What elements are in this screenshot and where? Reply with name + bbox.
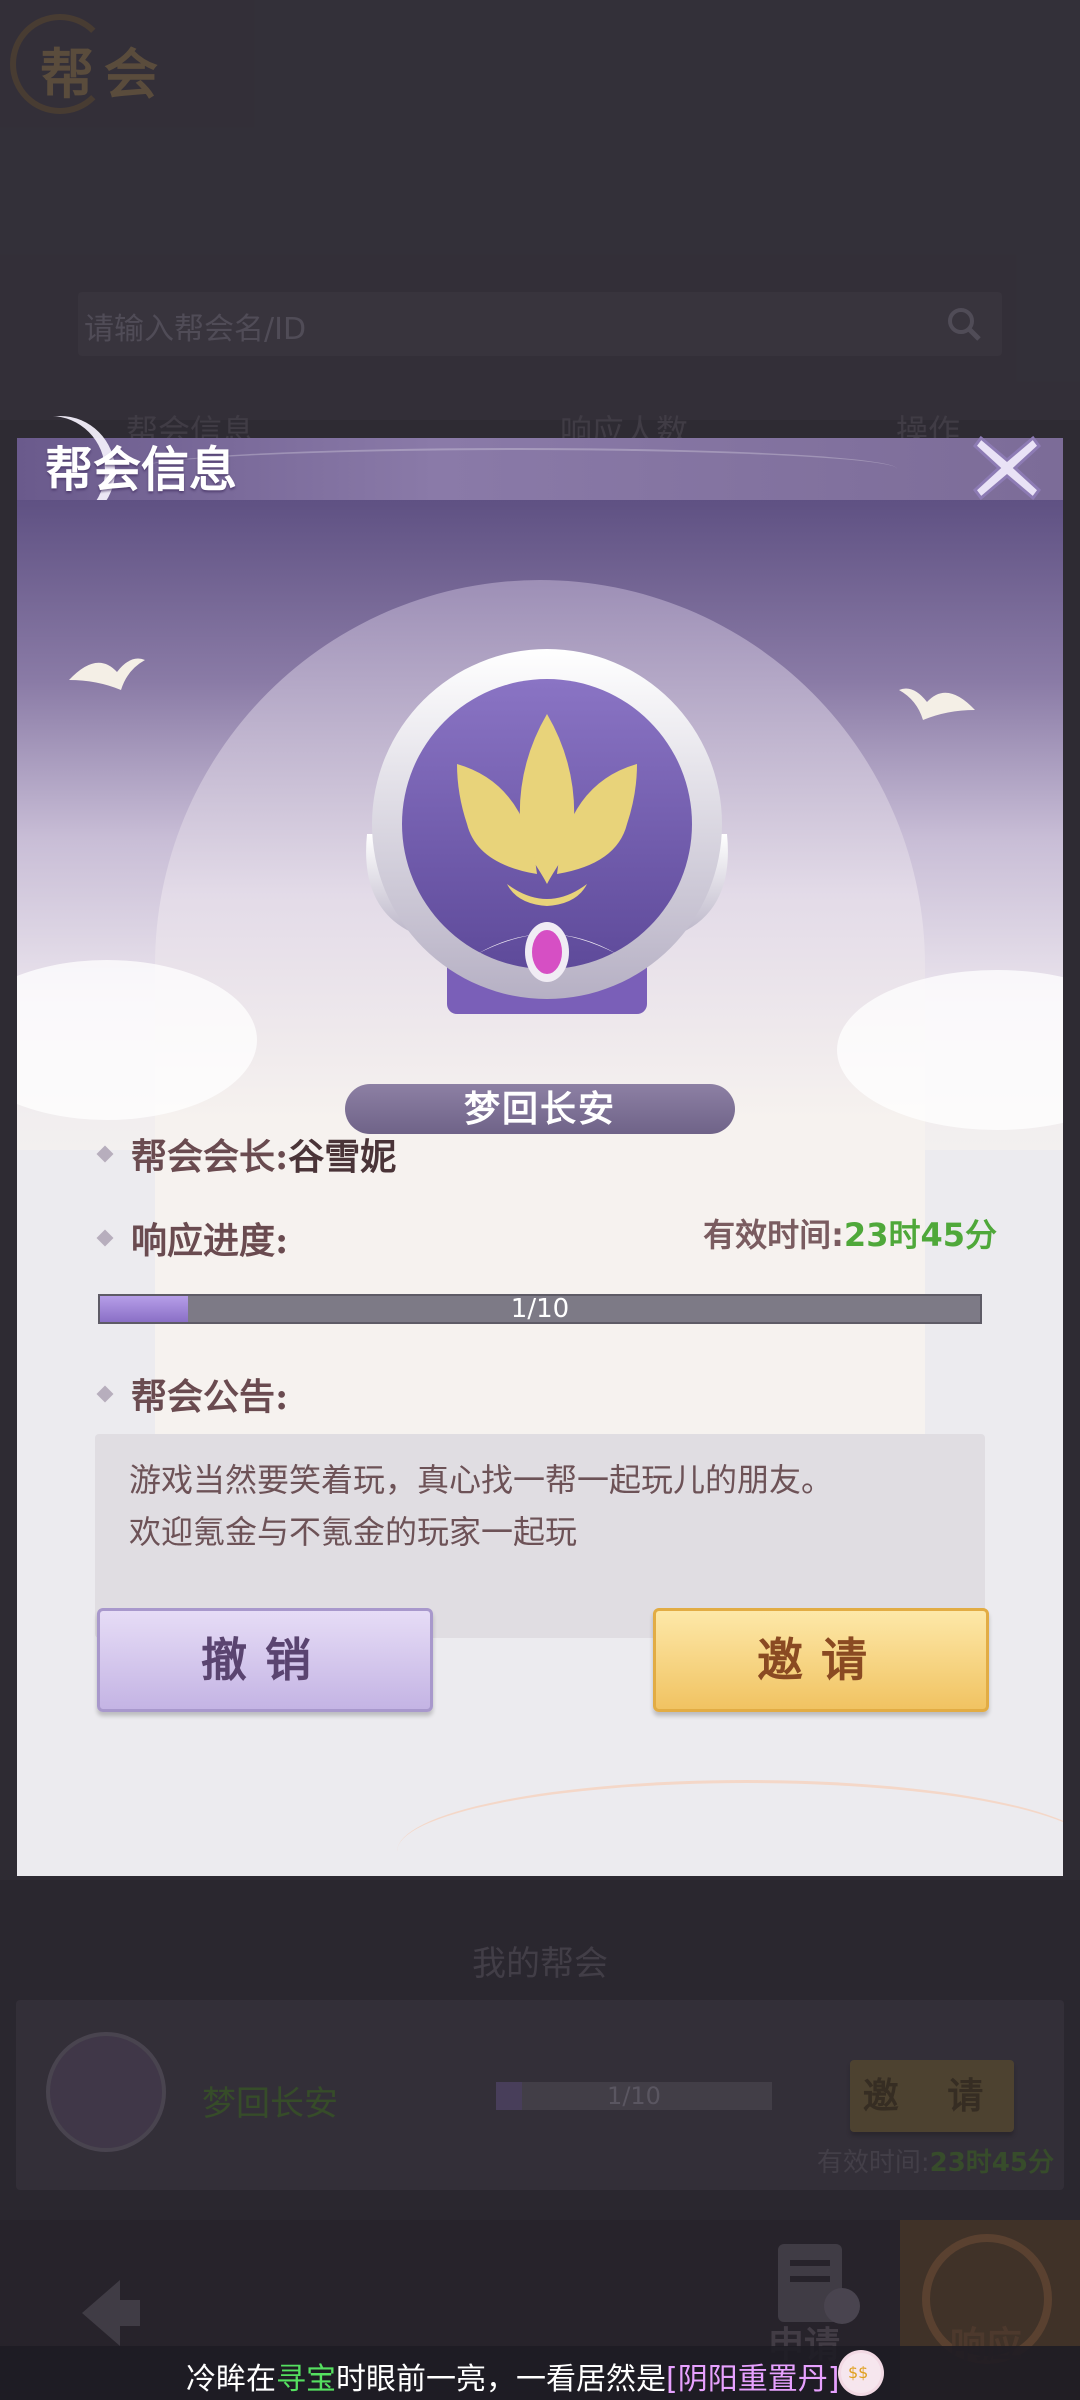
svg-text:$$: $$ [848,2363,868,2382]
guild-leader: 帮会会长:谷雪妮 [131,1136,397,1178]
close-icon[interactable] [967,428,1047,508]
response-progress-label: 响应进度: [131,1220,289,1262]
invite-button[interactable]: 邀请 [653,1608,989,1712]
progress-text: 1/10 [510,1294,570,1324]
response-progress-bar: 1/10 [98,1294,982,1324]
guild-name: 梦回长安 [345,1084,735,1134]
cancel-button[interactable]: 撤销 [97,1608,433,1712]
valid-time: 有效时间:23时45分 [703,1216,997,1254]
bird-decoration-icon [899,688,975,720]
ticker-text: 冷眸在寻宝时眼前一亮，一看居然是[阴阳重置丹] [186,2362,840,2397]
bullet-icon [96,1229,114,1247]
guild-notice-text: 游戏当然要笑着玩，真心找一帮一起玩儿的朋友。 欢迎氪金与不氪金的玩家一起玩 [129,1461,834,1551]
money-face-emoji-icon: $$ [838,2350,884,2396]
guild-notice-label: 帮会公告: [131,1376,289,1418]
dialog-title: 帮会信息 [45,442,238,498]
dialog-body: 梦回长安 帮会会长:谷雪妮 响应进度: 有效时间:23时45分 1/10 帮会公… [17,500,1063,1876]
valid-time-value: 23时45分 [843,1216,997,1254]
guild-info-dialog: 帮会信息 梦回长安 帮会会长:谷雪妮 响应进度: 有效时间:23时45分 1/1… [17,435,1063,1876]
guild-leader-name: 谷雪妮 [288,1136,397,1178]
bird-decoration-icon [69,658,145,690]
system-message-ticker: 冷眸在寻宝时眼前一亮，一看居然是[阴阳重置丹] $$ [0,2346,1080,2400]
lotus-emblem-icon [337,634,757,1034]
wave-decoration [397,1780,1063,1876]
bullet-icon [96,1385,114,1403]
